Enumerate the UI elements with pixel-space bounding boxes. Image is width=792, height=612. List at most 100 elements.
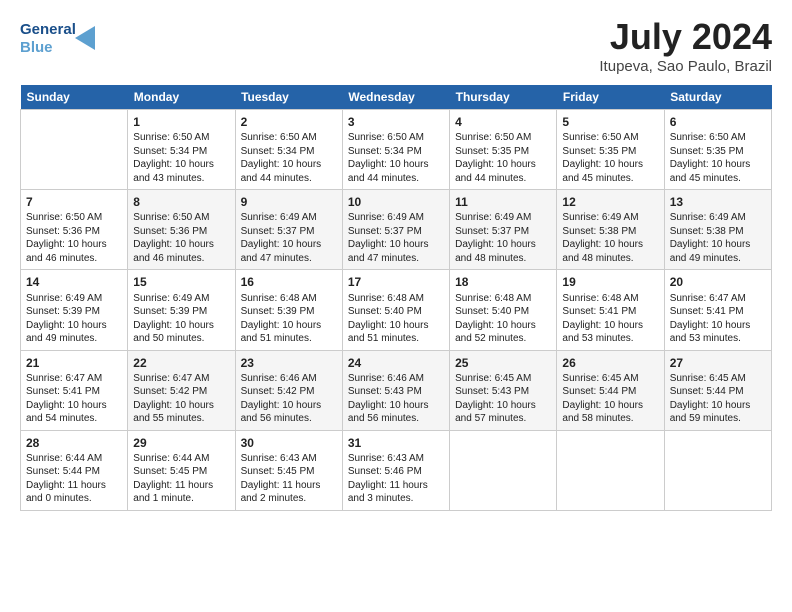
svg-text:General: General xyxy=(20,21,76,38)
cell-line: and 54 minutes. xyxy=(26,412,122,426)
cell-line: and 59 minutes. xyxy=(670,412,766,426)
cell-line: Sunset: 5:37 PM xyxy=(455,225,551,239)
cell-line: Daylight: 10 hours xyxy=(670,158,766,172)
date-number: 9 xyxy=(241,194,337,210)
date-number: 31 xyxy=(348,435,444,451)
cell-line: Sunrise: 6:48 AM xyxy=(348,292,444,306)
cell-content: 11Sunrise: 6:49 AMSunset: 5:37 PMDayligh… xyxy=(455,194,551,265)
cell-line: and 56 minutes. xyxy=(241,412,337,426)
cell-line: Daylight: 10 hours xyxy=(133,399,229,413)
cell-line: Sunset: 5:43 PM xyxy=(348,385,444,399)
cell-line: and 3 minutes. xyxy=(348,492,444,506)
calendar-cell: 18Sunrise: 6:48 AMSunset: 5:40 PMDayligh… xyxy=(450,270,557,350)
cell-line: Sunset: 5:41 PM xyxy=(562,305,658,319)
cell-content: 25Sunrise: 6:45 AMSunset: 5:43 PMDayligh… xyxy=(455,355,551,426)
cell-line: and 52 minutes. xyxy=(455,332,551,346)
cell-line: Sunset: 5:45 PM xyxy=(133,465,229,479)
cell-line: Daylight: 10 hours xyxy=(670,399,766,413)
cell-line: Sunrise: 6:50 AM xyxy=(26,211,122,225)
weekday-header: Monday xyxy=(128,85,235,110)
cell-line: Sunset: 5:38 PM xyxy=(670,225,766,239)
cell-content: 31Sunrise: 6:43 AMSunset: 5:46 PMDayligh… xyxy=(348,435,444,506)
calendar-cell: 23Sunrise: 6:46 AMSunset: 5:42 PMDayligh… xyxy=(235,350,342,430)
cell-content: 8Sunrise: 6:50 AMSunset: 5:36 PMDaylight… xyxy=(133,194,229,265)
date-number: 7 xyxy=(26,194,122,210)
calendar-cell: 20Sunrise: 6:47 AMSunset: 5:41 PMDayligh… xyxy=(664,270,771,350)
cell-content: 19Sunrise: 6:48 AMSunset: 5:41 PMDayligh… xyxy=(562,274,658,345)
cell-line: Sunset: 5:38 PM xyxy=(562,225,658,239)
cell-line: Sunset: 5:44 PM xyxy=(26,465,122,479)
logo: General Blue xyxy=(20,16,110,66)
cell-line: Sunset: 5:37 PM xyxy=(348,225,444,239)
cell-line: Daylight: 10 hours xyxy=(455,399,551,413)
date-number: 10 xyxy=(348,194,444,210)
cell-line: Sunrise: 6:50 AM xyxy=(348,131,444,145)
cell-line: Sunrise: 6:44 AM xyxy=(133,452,229,466)
cell-line: Daylight: 10 hours xyxy=(348,158,444,172)
calendar-cell: 5Sunrise: 6:50 AMSunset: 5:35 PMDaylight… xyxy=(557,110,664,190)
date-number: 23 xyxy=(241,355,337,371)
calendar-week-row: 28Sunrise: 6:44 AMSunset: 5:44 PMDayligh… xyxy=(21,430,772,510)
date-number: 25 xyxy=(455,355,551,371)
date-number: 20 xyxy=(670,274,766,290)
cell-line: Sunrise: 6:46 AM xyxy=(348,372,444,386)
date-number: 26 xyxy=(562,355,658,371)
calendar-cell: 29Sunrise: 6:44 AMSunset: 5:45 PMDayligh… xyxy=(128,430,235,510)
cell-line: Sunrise: 6:48 AM xyxy=(241,292,337,306)
cell-line: Sunrise: 6:45 AM xyxy=(455,372,551,386)
calendar-cell: 21Sunrise: 6:47 AMSunset: 5:41 PMDayligh… xyxy=(21,350,128,430)
cell-line: and 2 minutes. xyxy=(241,492,337,506)
cell-line: Sunset: 5:36 PM xyxy=(26,225,122,239)
cell-line: and 1 minute. xyxy=(133,492,229,506)
calendar-cell: 17Sunrise: 6:48 AMSunset: 5:40 PMDayligh… xyxy=(342,270,449,350)
cell-content: 30Sunrise: 6:43 AMSunset: 5:45 PMDayligh… xyxy=(241,435,337,506)
weekday-header: Tuesday xyxy=(235,85,342,110)
cell-line: Sunrise: 6:47 AM xyxy=(670,292,766,306)
cell-line: Sunset: 5:44 PM xyxy=(562,385,658,399)
cell-content: 21Sunrise: 6:47 AMSunset: 5:41 PMDayligh… xyxy=(26,355,122,426)
cell-line: and 55 minutes. xyxy=(133,412,229,426)
cell-line: Sunset: 5:34 PM xyxy=(241,145,337,159)
cell-line: Sunset: 5:40 PM xyxy=(455,305,551,319)
date-number: 21 xyxy=(26,355,122,371)
cell-line: Sunrise: 6:48 AM xyxy=(455,292,551,306)
calendar-cell: 11Sunrise: 6:49 AMSunset: 5:37 PMDayligh… xyxy=(450,190,557,270)
header: General Blue July 2024 Itupeva, Sao Paul… xyxy=(20,16,772,75)
calendar-week-row: 14Sunrise: 6:49 AMSunset: 5:39 PMDayligh… xyxy=(21,270,772,350)
date-number: 5 xyxy=(562,114,658,130)
date-number: 4 xyxy=(455,114,551,130)
main-title: July 2024 xyxy=(599,16,772,58)
cell-line: and 0 minutes. xyxy=(26,492,122,506)
cell-line: Sunrise: 6:46 AM xyxy=(241,372,337,386)
cell-line: Daylight: 10 hours xyxy=(26,399,122,413)
cell-line: Sunset: 5:44 PM xyxy=(670,385,766,399)
cell-line: Sunrise: 6:50 AM xyxy=(455,131,551,145)
cell-line: Daylight: 10 hours xyxy=(455,158,551,172)
calendar-cell: 24Sunrise: 6:46 AMSunset: 5:43 PMDayligh… xyxy=(342,350,449,430)
cell-line: Daylight: 10 hours xyxy=(133,158,229,172)
cell-line: Sunrise: 6:45 AM xyxy=(562,372,658,386)
cell-line: Sunset: 5:46 PM xyxy=(348,465,444,479)
calendar-table: SundayMondayTuesdayWednesdayThursdayFrid… xyxy=(20,85,772,511)
cell-content: 24Sunrise: 6:46 AMSunset: 5:43 PMDayligh… xyxy=(348,355,444,426)
cell-content: 9Sunrise: 6:49 AMSunset: 5:37 PMDaylight… xyxy=(241,194,337,265)
cell-content: 12Sunrise: 6:49 AMSunset: 5:38 PMDayligh… xyxy=(562,194,658,265)
cell-line: Sunset: 5:41 PM xyxy=(26,385,122,399)
cell-line: Daylight: 11 hours xyxy=(133,479,229,493)
cell-content: 23Sunrise: 6:46 AMSunset: 5:42 PMDayligh… xyxy=(241,355,337,426)
cell-line: and 47 minutes. xyxy=(241,252,337,266)
cell-content: 1Sunrise: 6:50 AMSunset: 5:34 PMDaylight… xyxy=(133,114,229,185)
cell-line: Sunrise: 6:50 AM xyxy=(241,131,337,145)
cell-line: Sunset: 5:45 PM xyxy=(241,465,337,479)
cell-line: Daylight: 10 hours xyxy=(562,158,658,172)
calendar-cell: 26Sunrise: 6:45 AMSunset: 5:44 PMDayligh… xyxy=(557,350,664,430)
cell-line: and 51 minutes. xyxy=(348,332,444,346)
calendar-week-row: 7Sunrise: 6:50 AMSunset: 5:36 PMDaylight… xyxy=(21,190,772,270)
cell-line: Sunset: 5:34 PM xyxy=(133,145,229,159)
cell-content: 28Sunrise: 6:44 AMSunset: 5:44 PMDayligh… xyxy=(26,435,122,506)
cell-line: Sunrise: 6:50 AM xyxy=(670,131,766,145)
cell-line: Sunset: 5:35 PM xyxy=(455,145,551,159)
calendar-cell: 25Sunrise: 6:45 AMSunset: 5:43 PMDayligh… xyxy=(450,350,557,430)
cell-line: and 57 minutes. xyxy=(455,412,551,426)
calendar-week-row: 1Sunrise: 6:50 AMSunset: 5:34 PMDaylight… xyxy=(21,110,772,190)
